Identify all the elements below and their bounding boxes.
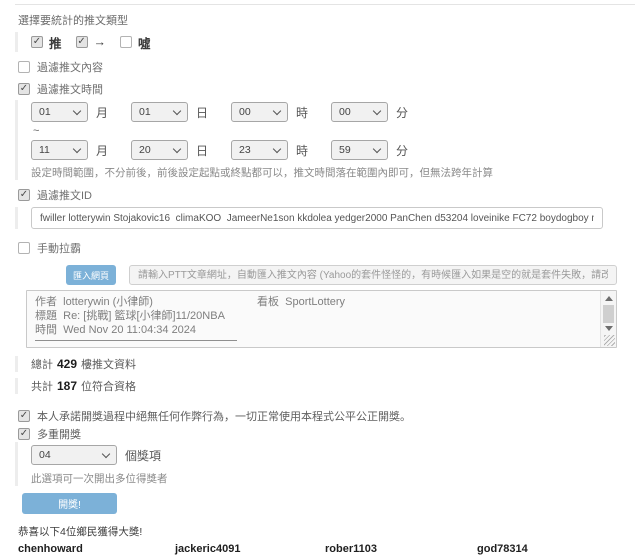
winner-name: chenhoward — [18, 543, 175, 555]
boo-checkbox[interactable] — [120, 36, 132, 48]
start-minute-select[interactable]: 00 — [331, 102, 388, 122]
day-unit-label: 日 — [196, 104, 208, 121]
qualified-stat: 共計187位符合資格 — [15, 378, 640, 394]
start-hour-select[interactable]: 00 — [231, 102, 288, 122]
boo-option[interactable]: 噓 — [120, 33, 151, 52]
draw-button[interactable]: 開獎! — [22, 493, 117, 514]
time-range-block: 01 月 01 日 00 時 00 分 ~ 11 月 20 — [15, 100, 640, 180]
article-board-label: 看板 — [257, 296, 279, 308]
arrow-option[interactable]: → — [76, 35, 107, 49]
filter-time-row[interactable]: 過濾推文時間 — [18, 82, 640, 96]
total-pushes-count: 429 — [57, 357, 77, 371]
push-type-section-label: 選擇要統計的推文類型 — [18, 12, 640, 28]
multi-draw-checkbox[interactable] — [18, 428, 30, 440]
article-title-label: 標題 — [35, 310, 57, 322]
article-time: Wed Nov 20 11:04:34 2024 — [63, 324, 196, 336]
article-title: Re: [挑戰] 籃球[小律師]11/20NBA — [63, 310, 225, 322]
arrow-checkbox[interactable] — [76, 36, 88, 48]
result-headline: 恭喜以下4位鄉民獲得大獎! — [18, 524, 640, 536]
filter-content-checkbox[interactable] — [18, 61, 30, 73]
qualified-count: 187 — [57, 379, 77, 393]
prize-count-unit: 個獎項 — [125, 447, 161, 464]
time-start-row: 01 月 01 日 00 時 00 分 — [31, 102, 640, 122]
ptt-url-input[interactable] — [129, 265, 617, 285]
end-month-select[interactable]: 11 — [31, 140, 88, 160]
push-label: 推 — [49, 33, 62, 52]
push-type-options: 推 → 噓 — [15, 32, 640, 52]
top-divider — [15, 4, 635, 5]
manual-slot-row[interactable]: 手動拉霸 — [18, 241, 640, 255]
manual-slot-label: 手動拉霸 — [37, 240, 81, 256]
article-textarea[interactable]: 作者 lotterywin (小律師) 看板 SportLottery 標題 Re… — [26, 290, 617, 348]
manual-slot-checkbox[interactable] — [18, 242, 30, 254]
chevron-down-icon — [373, 144, 381, 152]
winner-name: jackeric4091 — [175, 543, 325, 555]
pledge-row[interactable]: 本人承諾開獎過程中絕無任何作弊行為，一切正常使用本程式公平公正開獎。 — [18, 409, 640, 423]
filter-id-row[interactable]: 過濾推文ID — [18, 188, 640, 202]
push-checkbox[interactable] — [31, 36, 43, 48]
multi-draw-block: 04 個獎項 此選項可一次開出多位得獎者 — [15, 442, 640, 486]
end-hour-select[interactable]: 23 — [231, 140, 288, 160]
hour-unit-label: 時 — [296, 142, 308, 159]
scrollbar-thumb[interactable] — [603, 305, 614, 323]
push-option[interactable]: 推 — [31, 33, 62, 52]
import-row: 匯入網頁 — [66, 265, 640, 285]
filter-id-label: 過濾推文ID — [37, 187, 92, 203]
chevron-down-icon — [102, 449, 110, 457]
chevron-down-icon — [73, 144, 81, 152]
boo-label: 噓 — [138, 33, 151, 52]
chevron-down-icon — [173, 106, 181, 114]
time-range-note: 設定時間範圍，不分前後，前後設定起點或終點都可以，推文時間落在範圍內即可，但無法… — [31, 165, 640, 178]
id-filter-input[interactable] — [31, 207, 603, 229]
arrow-label: → — [94, 35, 107, 49]
filter-time-label: 過濾推文時間 — [37, 81, 103, 97]
pledge-checkbox[interactable] — [18, 410, 30, 422]
chevron-down-icon — [73, 106, 81, 114]
day-unit-label: 日 — [196, 142, 208, 159]
multi-draw-note: 此選項可一次開出多位得獎者 — [31, 471, 640, 484]
total-pushes-stat: 總計429樓推文資料 — [15, 356, 640, 372]
article-board: SportLottery — [285, 296, 345, 308]
range-separator: ~ — [33, 125, 640, 137]
filter-content-label: 過濾推文內容 — [37, 59, 103, 75]
scroll-down-icon[interactable] — [605, 326, 613, 331]
scroll-up-icon[interactable] — [605, 296, 613, 301]
multi-draw-label: 多重開獎 — [37, 426, 81, 442]
start-day-select[interactable]: 01 — [131, 102, 188, 122]
filter-content-row[interactable]: 過濾推文內容 — [18, 60, 640, 74]
article-author: lotterywin (小律師) — [63, 296, 153, 308]
article-time-label: 時間 — [35, 324, 57, 336]
minute-unit-label: 分 — [396, 104, 408, 121]
lottery-tool-page: 選擇要統計的推文類型 推 → 噓 過濾推文內容 過濾推文時間 01 月 01 — [0, 4, 640, 491]
chevron-down-icon — [173, 144, 181, 152]
hour-unit-label: 時 — [296, 104, 308, 121]
month-unit-label: 月 — [96, 142, 108, 159]
pledge-label: 本人承諾開獎過程中絕無任何作弊行為，一切正常使用本程式公平公正開獎。 — [37, 408, 411, 424]
winner-name: god78314 — [477, 543, 627, 555]
multi-draw-row[interactable]: 多重開獎 — [18, 427, 640, 441]
chevron-down-icon — [373, 106, 381, 114]
chevron-down-icon — [273, 144, 281, 152]
month-unit-label: 月 — [96, 104, 108, 121]
winners-row: chenhoward jackeric4091 rober1103 god783… — [18, 543, 640, 555]
time-end-row: 11 月 20 日 23 時 59 分 — [31, 140, 640, 160]
article-separator — [35, 340, 237, 341]
prize-count-select[interactable]: 04 — [31, 445, 117, 465]
article-author-label: 作者 — [35, 296, 57, 308]
filter-id-checkbox[interactable] — [18, 189, 30, 201]
resize-handle-icon[interactable] — [604, 335, 615, 346]
end-day-select[interactable]: 20 — [131, 140, 188, 160]
article-content: 作者 lotterywin (小律師) 看板 SportLottery 標題 Re… — [27, 291, 616, 341]
filter-time-checkbox[interactable] — [18, 83, 30, 95]
end-minute-select[interactable]: 59 — [331, 140, 388, 160]
start-month-select[interactable]: 01 — [31, 102, 88, 122]
winner-name: rober1103 — [325, 543, 477, 555]
minute-unit-label: 分 — [396, 142, 408, 159]
id-filter-block — [15, 207, 640, 229]
chevron-down-icon — [273, 106, 281, 114]
import-url-button[interactable]: 匯入網頁 — [66, 265, 116, 285]
